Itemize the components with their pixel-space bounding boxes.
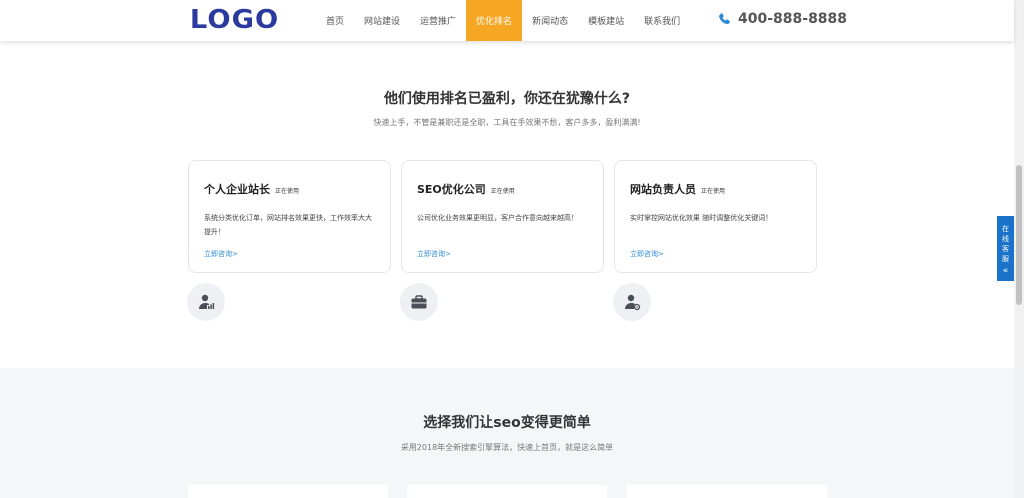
card-tag: 正在使用 bbox=[701, 188, 726, 195]
card-description: 系统分类优化订单，网站排名效果更快，工作效率大大提升！ bbox=[204, 214, 372, 236]
card-personal-webmaster: 个人企业站长 正在使用 系统分类优化订单，网站排名效果更快，工作效率大大提升！ … bbox=[188, 160, 391, 273]
section-subtitle: 快速上手，不管是兼职还是全职，工具在手效果不愁，客户多多，盈利满满! bbox=[373, 118, 641, 127]
consult-link[interactable]: 立即咨询> bbox=[630, 249, 664, 259]
feature-card bbox=[407, 485, 607, 498]
consult-link[interactable]: 立即咨询> bbox=[204, 249, 238, 259]
feature-card bbox=[627, 485, 827, 498]
service-char: 在 bbox=[1002, 225, 1009, 233]
section-title: 他们使用排名已盈利，你还在犹豫什么? bbox=[383, 91, 631, 107]
card-title: 网站负责人员 bbox=[630, 183, 696, 196]
nav-item-operation-promotion[interactable]: 运营推广 bbox=[410, 0, 466, 41]
scrollbar[interactable] bbox=[1014, 0, 1024, 498]
service-char: 客 bbox=[1002, 245, 1009, 253]
online-service-tab[interactable]: 在 线 客 服 « bbox=[997, 216, 1014, 281]
header: LOGO 首页 网站建设 运营推广 优化排名 新闻动态 模板建站 联系我们 40… bbox=[0, 0, 1014, 41]
card-website-manager: 网站负责人员 正在使用 实时掌控网站优化效果 随时调整优化关键词！ 立即咨询> bbox=[614, 160, 817, 273]
user-chart-icon bbox=[187, 283, 225, 321]
card-description: 公司优化业务效果更明显，客户合作意向越来越高！ bbox=[417, 214, 578, 222]
nav-item-news[interactable]: 新闻动态 bbox=[522, 0, 578, 41]
section-title: 选择我们让seo变得更简单 bbox=[423, 415, 591, 431]
nav-item-contact[interactable]: 联系我们 bbox=[634, 0, 690, 41]
nav-item-templates[interactable]: 模板建站 bbox=[578, 0, 634, 41]
scrollbar-thumb[interactable] bbox=[1016, 165, 1022, 305]
phone-icon bbox=[719, 13, 730, 25]
card-description: 实时掌控网站优化效果 随时调整优化关键词！ bbox=[630, 214, 773, 222]
service-char: 服 bbox=[1002, 255, 1009, 263]
section-simpler-seo: 选择我们让seo变得更简单 采用2018年全新搜索引擎算法，快速上首页，就是这么… bbox=[0, 368, 1014, 498]
main-nav: 首页 网站建设 运营推广 优化排名 新闻动态 模板建站 联系我们 bbox=[316, 0, 690, 41]
user-gear-icon bbox=[613, 283, 651, 321]
phone-contact: 400-888-8888 bbox=[718, 11, 847, 27]
double-chevron-left-icon: « bbox=[1002, 266, 1009, 276]
nav-item-website-building[interactable]: 网站建设 bbox=[354, 0, 410, 41]
nav-item-seo-ranking[interactable]: 优化排名 bbox=[466, 0, 523, 41]
card-tag: 正在使用 bbox=[490, 188, 515, 195]
logo[interactable]: LOGO bbox=[190, 6, 279, 34]
feature-card bbox=[188, 485, 388, 498]
card-seo-company: SEO优化公司 正在使用 公司优化业务效果更明显，客户合作意向越来越高！ 立即咨… bbox=[401, 160, 604, 273]
card-tag: 正在使用 bbox=[275, 188, 300, 195]
card-title: SEO优化公司 bbox=[417, 183, 486, 196]
card-title: 个人企业站长 bbox=[204, 183, 270, 196]
nav-item-home[interactable]: 首页 bbox=[316, 0, 354, 41]
briefcase-icon bbox=[400, 283, 438, 321]
phone-number: 400-888-8888 bbox=[738, 11, 848, 27]
section-subtitle: 采用2018年全新搜索引擎算法，快速上首页，就是这么简单 bbox=[400, 443, 614, 452]
service-char: 线 bbox=[1002, 235, 1009, 243]
consult-link[interactable]: 立即咨询> bbox=[417, 249, 451, 259]
